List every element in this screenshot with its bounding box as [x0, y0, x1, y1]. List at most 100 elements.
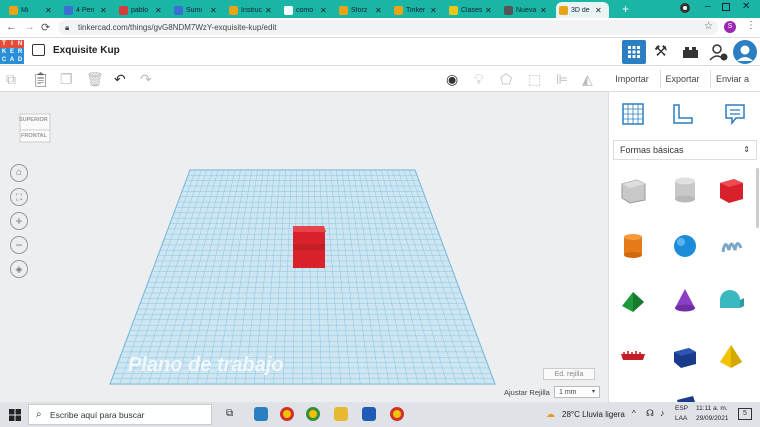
- group-icon[interactable]: ⬠: [500, 71, 512, 88]
- tab-close-icon[interactable]: ✕: [375, 6, 382, 15]
- browser-tab[interactable]: como ✕: [281, 2, 334, 18]
- volume-icon[interactable]: ♪: [660, 408, 665, 418]
- chrome-profile-icon[interactable]: [306, 407, 320, 421]
- chrome-third-icon[interactable]: [390, 407, 404, 421]
- language-bottom[interactable]: LAA: [675, 415, 687, 422]
- new-tab-button[interactable]: +: [622, 2, 629, 16]
- pyramid-shape[interactable]: [717, 342, 745, 370]
- browser-tab[interactable]: 3D de ✕: [556, 2, 609, 18]
- bricks-button[interactable]: [678, 40, 702, 64]
- shape-category-select[interactable]: Formas básicas ⇕: [613, 140, 757, 160]
- url-field[interactable]: 🔒︎ tinkercad.com/things/gvG8NDM7WzY-exqu…: [58, 20, 718, 35]
- snap-grid-select[interactable]: 1 mm ▾: [554, 386, 600, 398]
- align-icon[interactable]: ⊫: [556, 71, 568, 88]
- tab-title: Sforz: [351, 6, 368, 14]
- text-shape[interactable]: [619, 342, 647, 370]
- notes-icon[interactable]: ◉: [446, 71, 458, 88]
- browser-tab[interactable]: Instruc ✕: [226, 2, 279, 18]
- transparent-box-shape[interactable]: [619, 176, 647, 204]
- chrome-icon[interactable]: [280, 407, 294, 421]
- 3d-canvas[interactable]: SUPERIOR FRONTAL ⌂ ⛶ + − ◈ Plano de trab…: [0, 92, 608, 402]
- minimize-button[interactable]: –: [705, 1, 711, 12]
- record-icon[interactable]: [680, 3, 690, 13]
- designs-list-icon[interactable]: [32, 44, 45, 56]
- transparent-cylinder-shape[interactable]: [671, 176, 699, 204]
- workplane-tool-icon[interactable]: [621, 102, 645, 126]
- browser-tab[interactable]: Mi ✕: [6, 2, 59, 18]
- tab-close-icon[interactable]: ✕: [540, 6, 547, 15]
- restore-button[interactable]: [722, 3, 730, 11]
- reload-icon[interactable]: ⟳: [41, 21, 50, 34]
- tab-close-icon[interactable]: ✕: [265, 6, 272, 15]
- redo-icon[interactable]: ↷: [140, 71, 152, 88]
- browser-tab[interactable]: Nueva ✕: [501, 2, 554, 18]
- profile-avatar[interactable]: S: [724, 21, 736, 33]
- export-button[interactable]: Exportar: [660, 70, 704, 88]
- menu-icon[interactable]: ⋮: [746, 20, 756, 31]
- delete-icon[interactable]: 🗑︎: [86, 71, 104, 88]
- language-top[interactable]: ESP: [675, 405, 688, 412]
- import-button[interactable]: Importar: [612, 70, 652, 88]
- sphere-shape[interactable]: [671, 232, 699, 260]
- browser-tab[interactable]: Sumi ✕: [171, 2, 224, 18]
- taskbar-search[interactable]: ⌕ Escribe aquí para buscar: [28, 404, 212, 425]
- word-icon[interactable]: [362, 407, 376, 421]
- tab-close-icon[interactable]: ✕: [45, 6, 52, 15]
- add-user-button[interactable]: [706, 40, 730, 64]
- panel-collapse-button[interactable]: 〉: [609, 240, 611, 255]
- roof-shape[interactable]: [619, 286, 647, 314]
- brick-icon: [683, 47, 698, 58]
- red-box-shape[interactable]: [717, 176, 745, 204]
- tab-close-icon[interactable]: ✕: [155, 6, 162, 15]
- tab-close-icon[interactable]: ✕: [430, 6, 437, 15]
- cone-shape[interactable]: [671, 286, 699, 314]
- box-shape[interactable]: [290, 224, 330, 270]
- light-bulb-icon[interactable]: 💡︎: [474, 71, 484, 88]
- note-icon[interactable]: [723, 102, 747, 126]
- browser-tab[interactable]: Sforz ✕: [336, 2, 389, 18]
- browser-tab[interactable]: 4 Peri ✕: [61, 2, 114, 18]
- tab-close-icon[interactable]: ✕: [595, 6, 602, 15]
- mail-app-icon[interactable]: [254, 407, 268, 421]
- copy-icon[interactable]: ⧉: [6, 71, 16, 88]
- design-title[interactable]: Exquisite Kup: [53, 45, 120, 56]
- mirror-icon[interactable]: ◭: [582, 71, 593, 88]
- scribble-shape[interactable]: [717, 232, 745, 260]
- tray-chevron-icon[interactable]: ^: [632, 409, 636, 418]
- 3d-view-button[interactable]: [622, 40, 646, 64]
- tab-close-icon[interactable]: ✕: [485, 6, 492, 15]
- codeblocks-button[interactable]: ⚒: [650, 40, 674, 64]
- forward-icon[interactable]: →: [24, 21, 35, 33]
- windows-start-icon[interactable]: [9, 409, 21, 421]
- duplicate-icon[interactable]: ❐: [60, 71, 73, 88]
- panel-scrollbar[interactable]: [756, 168, 759, 228]
- undo-icon[interactable]: ↶: [114, 71, 126, 88]
- browser-tab[interactable]: Tinker ✕: [391, 2, 444, 18]
- network-icon[interactable]: ☊: [646, 408, 654, 419]
- tinkercad-logo[interactable]: T I N K E R C A D: [0, 40, 24, 64]
- back-icon[interactable]: ←: [6, 21, 17, 33]
- tab-close-icon[interactable]: ✕: [210, 6, 217, 15]
- partial-shape[interactable]: [671, 392, 699, 402]
- notifications-icon[interactable]: 5: [738, 408, 752, 420]
- tab-close-icon[interactable]: ✕: [320, 6, 327, 15]
- file-explorer-icon[interactable]: [334, 407, 348, 421]
- ruler-icon[interactable]: [671, 102, 695, 126]
- polygon-shape[interactable]: [671, 342, 699, 370]
- browser-tab[interactable]: Clases ✕: [446, 2, 499, 18]
- bookmark-star-icon[interactable]: ☆: [704, 21, 713, 32]
- cylinder-shape[interactable]: [619, 232, 647, 260]
- round-roof-shape[interactable]: [717, 286, 745, 314]
- task-view-icon[interactable]: ⧉: [226, 408, 233, 419]
- paste-icon[interactable]: 📋︎: [32, 71, 50, 88]
- tab-close-icon[interactable]: ✕: [100, 6, 107, 15]
- close-window-button[interactable]: ✕: [742, 1, 750, 12]
- weather-text[interactable]: 28°C Lluvia ligera: [562, 410, 625, 419]
- ungroup-icon[interactable]: ⬚: [528, 71, 541, 88]
- user-avatar[interactable]: [733, 40, 757, 64]
- edit-grid-button[interactable]: Ed. rejilla: [543, 368, 595, 380]
- browser-tab[interactable]: pablo ✕: [116, 2, 169, 18]
- clock-time[interactable]: 11:11 a. m.: [696, 405, 728, 412]
- send-to-button[interactable]: Enviar a: [710, 70, 754, 88]
- clock-date[interactable]: 29/09/2021: [696, 415, 729, 422]
